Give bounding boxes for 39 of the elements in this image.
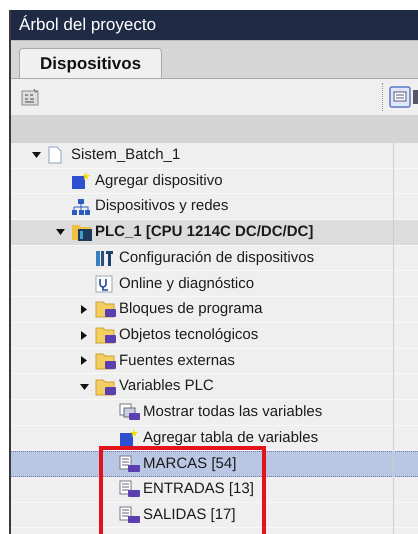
tree-item[interactable]: MARCAS [54] [11,451,418,477]
add-icon [119,428,139,447]
tree-item[interactable]: Sistem_Batch_1 [11,143,418,169]
folder-icon [95,326,117,344]
tree-item[interactable]: Objetos tecnológicos [11,322,418,348]
collapse-arrow-icon[interactable] [80,384,88,390]
folder-icon [95,352,117,370]
stethoscope-icon [95,274,113,293]
add-icon [71,172,91,190]
tree-item[interactable]: Fuentes externas [11,348,418,374]
collapse-arrow-icon[interactable] [56,229,64,236]
variable-table-icon [119,506,141,524]
expand-arrow-icon[interactable] [81,330,87,340]
document-icon [47,146,63,164]
tree-item[interactable]: Configuración de dispositivos [11,246,418,272]
network-icon [71,198,91,216]
tab[interactable]: Dispositivos [19,48,162,78]
panel-title: Árbol del proyecto [19,14,156,36]
tree-item[interactable]: SALIDAS [17] [11,502,418,528]
tree-item[interactable]: PLC_1 [CPU 1214C DC/DC/DC] [11,220,418,246]
expand-arrow-icon[interactable] [81,356,87,366]
collapse-arrow-icon[interactable] [32,152,40,158]
variable-table-icon [119,455,141,474]
device-view-icon[interactable] [21,88,39,106]
grid-view-icon[interactable] [389,86,411,108]
plc-icon [71,223,93,242]
variable-table-icon [119,480,141,498]
tree-item[interactable]: Agregar dispositivo [11,168,418,194]
folder-icon [95,300,117,318]
list-view-icon[interactable] [411,87,418,107]
tree-item[interactable]: Mostrar todas las variables [11,400,418,426]
tree-item[interactable]: Online y diagnóstico [11,271,418,298]
tree-item[interactable]: ENTRADAS [13] [11,476,418,503]
tree-item[interactable]: Bloques de programa [11,297,418,323]
tools-icon [95,249,115,268]
expand-arrow-icon[interactable] [81,304,87,314]
tree-item[interactable]: Variables PLC [11,374,418,400]
variable-table-icon [119,403,141,422]
folder-icon [95,378,117,396]
